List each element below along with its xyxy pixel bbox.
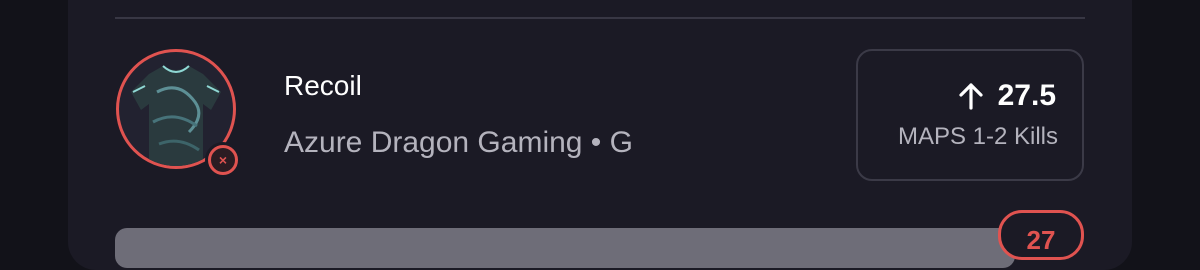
divider (115, 17, 1085, 19)
projection-value: 27.5 (997, 79, 1056, 112)
remove-player-button[interactable]: × (205, 142, 241, 178)
player-name: Recoil (284, 70, 362, 101)
progress-bar (115, 228, 1015, 268)
projection-box[interactable]: 27.5 MAPS 1-2 Kills (856, 49, 1084, 181)
player-team-position: Azure Dragon Gaming • G (284, 126, 633, 159)
score-value: 27 (1026, 225, 1056, 255)
close-icon: × (208, 145, 238, 175)
score-badge: 27 (998, 210, 1084, 260)
arrow-up-icon (958, 82, 984, 110)
projection-label: MAPS 1-2 Kills (897, 123, 1058, 150)
